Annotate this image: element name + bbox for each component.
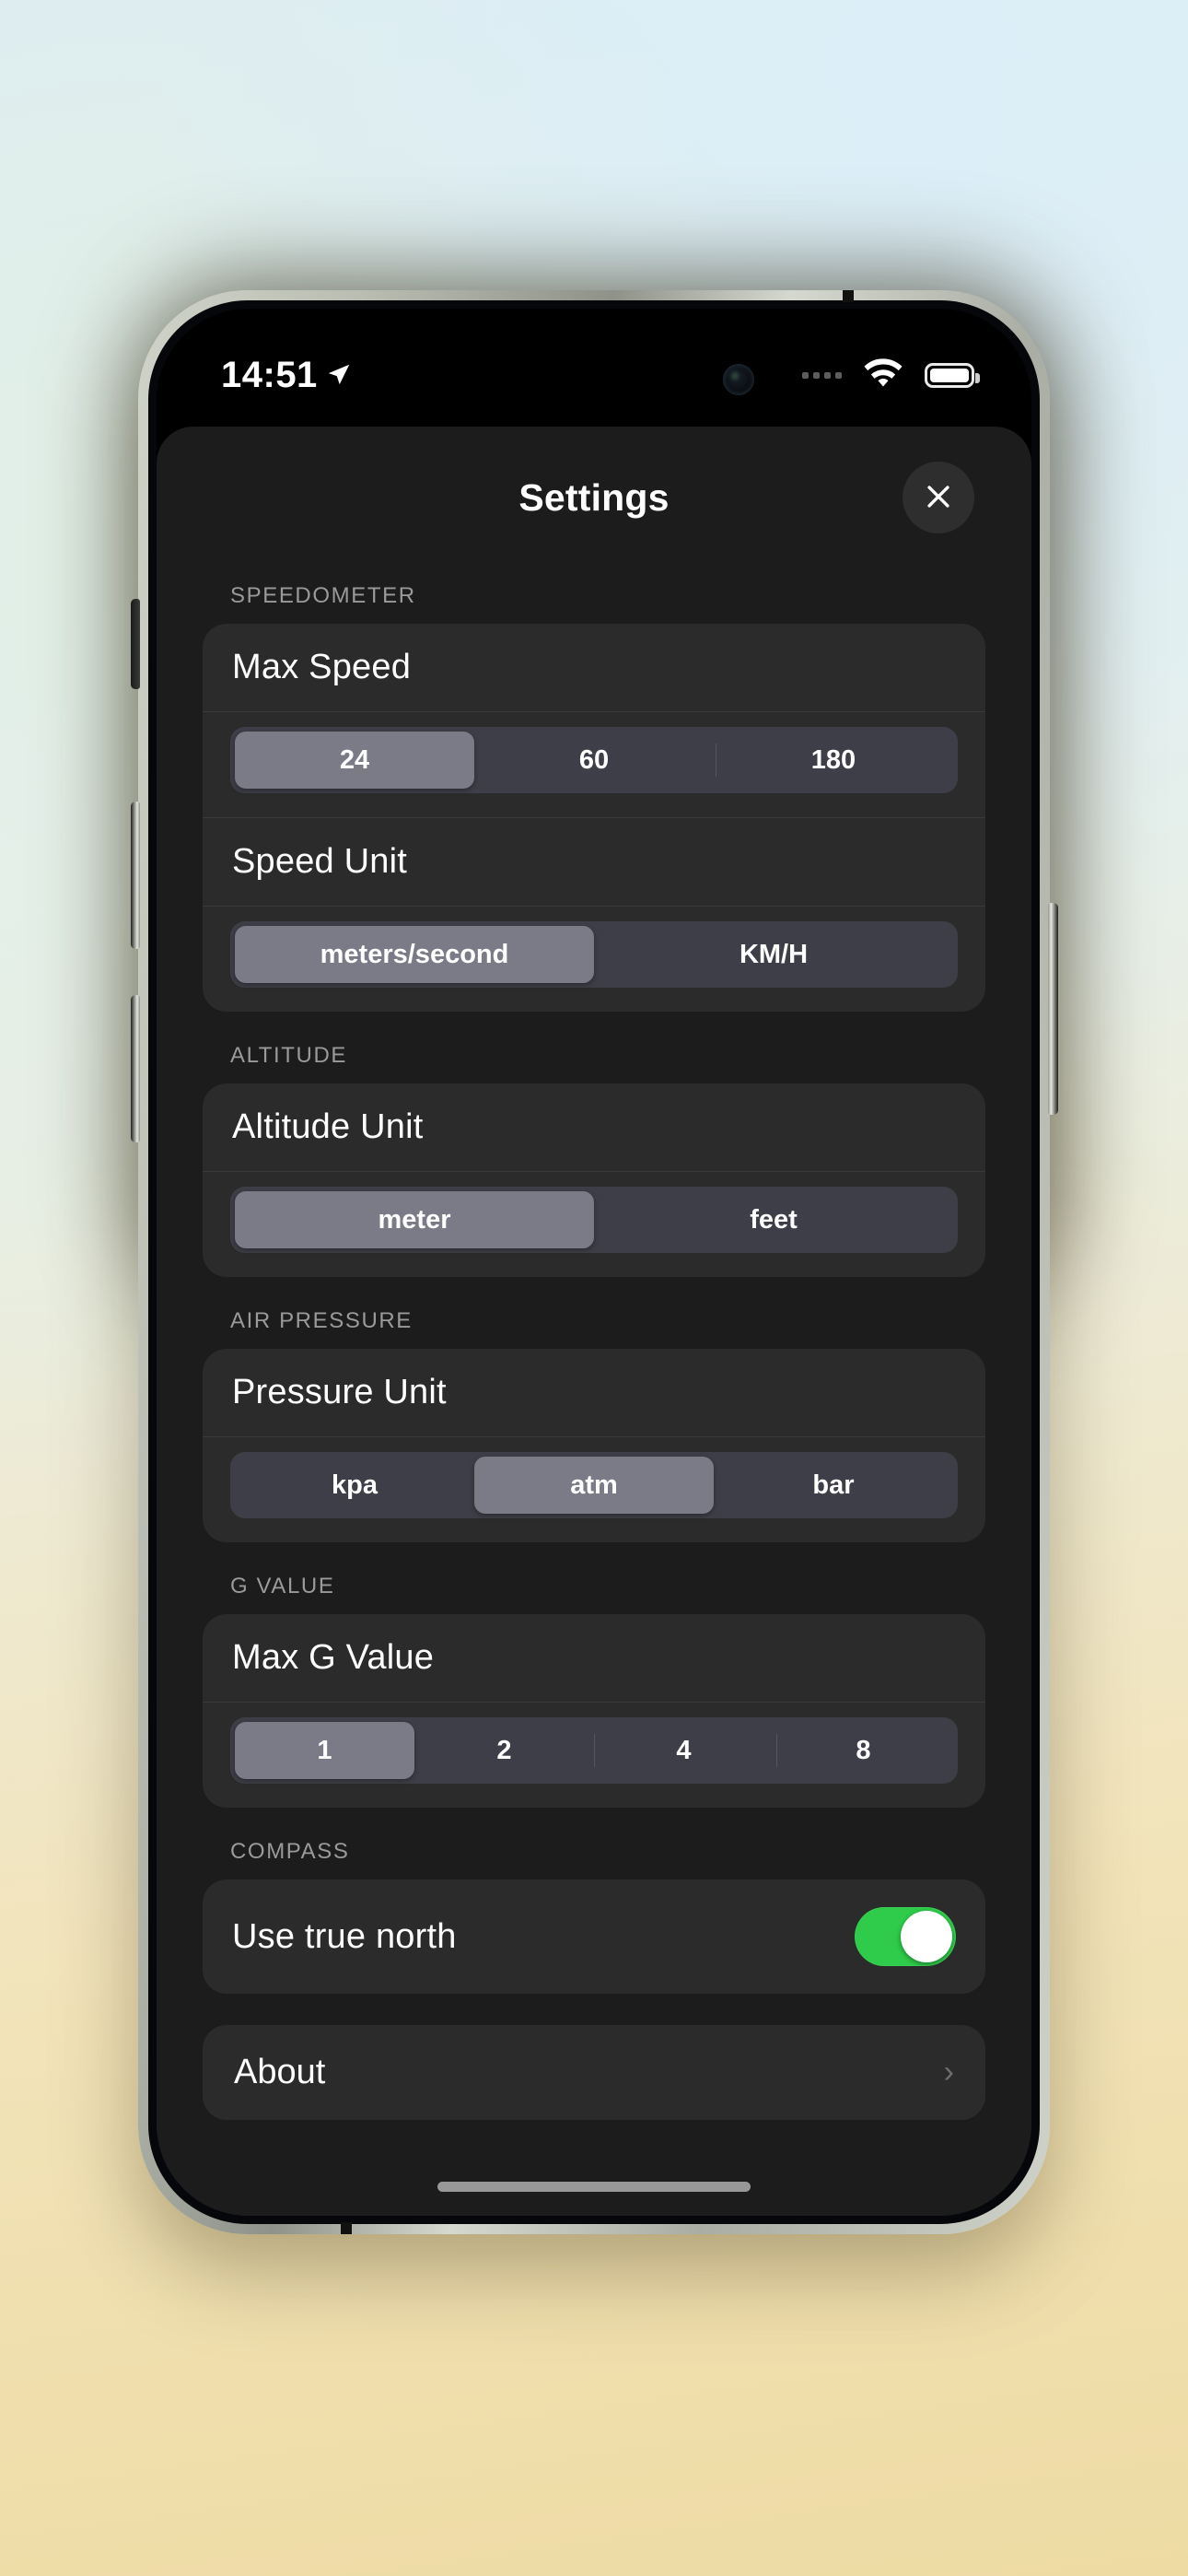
volume-down-button[interactable] — [131, 995, 140, 1142]
page-title: Settings — [518, 475, 670, 519]
status-bar-right — [802, 356, 980, 395]
status-bar-left: 14:51 — [221, 355, 353, 396]
power-button[interactable] — [1048, 903, 1058, 1115]
segment-option-1[interactable]: 1 — [235, 1722, 414, 1779]
settings-sheet: Settings SPEEDOMETER Max Speed 24 60 180 Spee… — [157, 427, 1031, 2216]
section-label-speedometer: SPEEDOMETER — [230, 583, 416, 608]
chevron-right-icon: › — [943, 2055, 954, 2090]
phone-device-frame: 14:51 Settings SPEEDOMETER Max Speed 24 … — [138, 290, 1050, 2234]
segment-option-4[interactable]: 4 — [594, 1722, 774, 1779]
toggle-row[interactable]: Use true north — [203, 1879, 985, 1994]
toggle-knob — [901, 1911, 952, 1962]
row-label: Pressure Unit — [232, 1373, 447, 1411]
home-indicator[interactable] — [437, 2182, 751, 2192]
segment-option-kpa[interactable]: kpa — [235, 1457, 474, 1514]
status-bar-clock: 14:51 — [221, 354, 318, 395]
section-label-air-pressure: AIR PRESSURE — [230, 1308, 413, 1333]
true-north-toggle[interactable] — [855, 1907, 956, 1966]
segment-option-meter[interactable]: meter — [235, 1191, 594, 1248]
wifi-icon — [862, 356, 904, 395]
segment-option-atm[interactable]: atm — [474, 1457, 714, 1514]
settings-card: Altitude Unit meter feet — [203, 1083, 985, 1277]
settings-header: Settings — [157, 443, 1031, 552]
setting-row: Max Speed — [203, 624, 985, 711]
close-button[interactable] — [903, 462, 974, 533]
row-label: Altitude Unit — [232, 1107, 424, 1146]
setting-row: Altitude Unit — [203, 1083, 985, 1171]
segment-option-bar[interactable]: bar — [714, 1457, 953, 1514]
row-label: Speed Unit — [232, 842, 408, 881]
segmented-control[interactable]: 1248 — [230, 1717, 958, 1784]
row-label: Use true north — [232, 1916, 457, 1956]
segmented-control[interactable]: 24 60 180 — [230, 727, 958, 793]
about-row[interactable]: About › — [203, 2025, 985, 2120]
segmented-control[interactable]: meters/second KM/H — [230, 921, 958, 988]
segment-option-km-h[interactable]: KM/H — [594, 926, 953, 983]
status-bar: 14:51 — [157, 309, 1031, 410]
segmented-control-wrapper: 24 60 180 — [203, 712, 985, 817]
phone-screen: 14:51 Settings SPEEDOMETER Max Speed 24 … — [157, 309, 1031, 2216]
segmented-control[interactable]: meter feet — [230, 1187, 958, 1253]
segmented-control-wrapper: kpa atm bar — [203, 1437, 985, 1542]
segment-option-feet[interactable]: feet — [594, 1191, 953, 1248]
settings-card: Pressure Unit kpa atm bar — [203, 1349, 985, 1542]
section-label-altitude: ALTITUDE — [230, 1043, 348, 1068]
segmented-control[interactable]: kpa atm bar — [230, 1452, 958, 1518]
front-camera-icon — [723, 364, 754, 395]
settings-card: Use true north — [203, 1879, 985, 1994]
setting-row: Speed Unit — [203, 818, 985, 906]
cellular-dots-icon — [802, 371, 842, 379]
row-label: Max Speed — [232, 648, 412, 686]
close-x-icon — [923, 481, 954, 515]
segment-option-24[interactable]: 24 — [235, 732, 474, 789]
setting-row: Pressure Unit — [203, 1349, 985, 1436]
phone-bezel: 14:51 Settings SPEEDOMETER Max Speed 24 … — [148, 300, 1040, 2224]
about-label: About — [234, 2053, 326, 2091]
battery-full-icon — [925, 362, 980, 388]
antenna-band-bottom — [341, 2222, 352, 2234]
segment-option-2[interactable]: 2 — [414, 1722, 594, 1779]
section-label-g-value: G VALUE — [230, 1574, 335, 1598]
segment-option-meters-second[interactable]: meters/second — [235, 926, 594, 983]
settings-card: Max Speed 24 60 180 Speed Unit meters/second K… — [203, 624, 985, 1012]
section-label-compass: COMPASS — [230, 1839, 350, 1864]
segmented-control-wrapper: meter feet — [203, 1172, 985, 1277]
setting-row: Max G Value — [203, 1614, 985, 1702]
segment-option-180[interactable]: 180 — [714, 732, 953, 789]
antenna-band-top — [843, 290, 854, 302]
location-arrow-icon — [325, 361, 353, 389]
segmented-control-wrapper: 1248 — [203, 1703, 985, 1808]
settings-card: Max G Value 1 2 4 8 — [203, 1614, 985, 1808]
segmented-control-wrapper: meters/second KM/H — [203, 907, 985, 1012]
settings-scroll-area[interactable]: SPEEDOMETER Max Speed 24 60 180 Speed Unit met… — [157, 552, 1031, 2120]
segment-option-8[interactable]: 8 — [774, 1722, 953, 1779]
segment-option-60[interactable]: 60 — [474, 732, 714, 789]
volume-up-button[interactable] — [131, 802, 140, 949]
settings-sheet-body: Settings SPEEDOMETER Max Speed 24 60 180 Spee… — [157, 443, 1031, 2216]
action-button[interactable] — [131, 599, 140, 689]
row-label: Max G Value — [232, 1638, 435, 1677]
